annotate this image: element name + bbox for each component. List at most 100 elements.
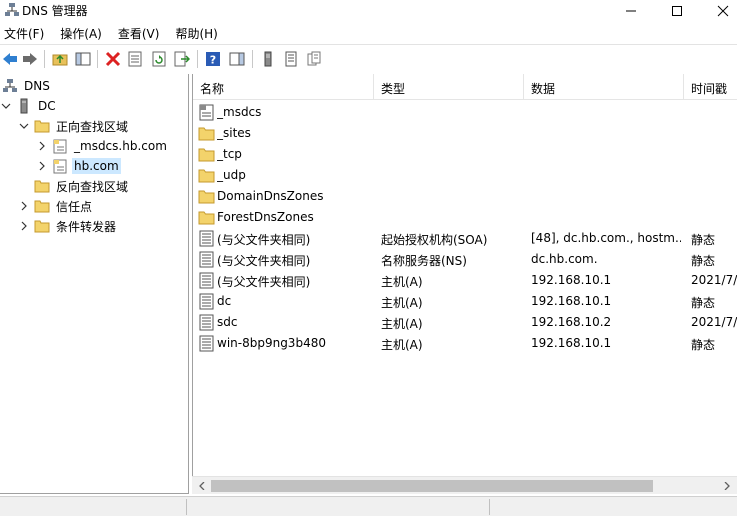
table-row[interactable]: _sites: [193, 123, 737, 144]
folder-icon: [198, 148, 215, 162]
record-name: (与父文件夹相同): [217, 275, 311, 289]
chevron-right-icon[interactable]: [36, 140, 48, 152]
toolbar-separator: [44, 50, 45, 68]
records-button[interactable]: [304, 49, 324, 69]
minimize-button[interactable]: [608, 0, 654, 22]
properties-button[interactable]: [125, 49, 145, 69]
column-header-timestamp[interactable]: 时间戳: [684, 74, 737, 100]
title-bar: DNS 管理器: [0, 0, 737, 22]
record-name: (与父文件夹相同): [217, 233, 311, 247]
record-data: [48], dc.hb.com., hostm...: [531, 231, 681, 245]
zone-list-button[interactable]: [281, 49, 301, 69]
column-header-name[interactable]: 名称: [193, 74, 374, 100]
menu-view[interactable]: 查看(V): [114, 22, 164, 42]
maximize-button[interactable]: [654, 0, 700, 22]
record-name: ForestDnsZones: [217, 210, 314, 224]
tree-item-reverse-lookup-zones[interactable]: 反向查找区域: [18, 176, 130, 196]
table-row[interactable]: DomainDnsZones: [193, 186, 737, 207]
tree-item-label: DNS: [24, 79, 50, 93]
table-row[interactable]: (与父文件夹相同) 名称服务器(NS) dc.hb.com. 静态: [193, 249, 737, 270]
zone-icon: [53, 139, 67, 154]
window-title: DNS 管理器: [22, 4, 88, 18]
record-icon: [199, 293, 214, 310]
record-icon: [199, 230, 214, 247]
delete-icon: [105, 51, 121, 67]
record-type: 起始授权机构(SOA): [381, 233, 488, 247]
record-type: 主机(A): [381, 296, 423, 310]
dns-app-icon: [5, 3, 19, 16]
table-row[interactable]: (与父文件夹相同) 起始授权机构(SOA) [48], dc.hb.com., ho…: [193, 228, 737, 249]
chevron-right-icon[interactable]: [18, 200, 30, 212]
toolbar-separator: [197, 50, 198, 68]
folder-icon: [34, 180, 50, 193]
table-row[interactable]: ForestDnsZones: [193, 207, 737, 228]
table-row[interactable]: _tcp: [193, 144, 737, 165]
tree-item-label: 反向查找区域: [56, 179, 129, 194]
tree-item-conditional-forwarders[interactable]: 条件转发器: [18, 216, 118, 236]
zone-list-icon: [285, 51, 297, 67]
scroll-left-icon[interactable]: [195, 479, 209, 493]
action-pane-button[interactable]: [227, 49, 247, 69]
record-name: _sites: [217, 126, 251, 140]
show-hide-tree-button[interactable]: [73, 49, 93, 69]
toolbar-separator: [97, 50, 98, 68]
chevron-right-icon[interactable]: [18, 220, 30, 232]
forward-button[interactable]: [20, 49, 40, 69]
column-header-type[interactable]: 类型: [374, 74, 524, 100]
tree-item-label: 条件转发器: [56, 219, 117, 234]
table-row[interactable]: (与父文件夹相同) 主机(A) 192.168.10.1 2021/7/: [193, 270, 737, 291]
dns-root-icon: [3, 79, 17, 92]
scroll-right-icon[interactable]: [720, 479, 734, 493]
tree-item-msdcs-zone[interactable]: _msdcs.hb.com: [36, 136, 169, 156]
record-data: dc.hb.com.: [531, 252, 598, 266]
record-timestamp: 2021/7/: [691, 273, 737, 287]
chevron-down-icon[interactable]: [0, 100, 12, 112]
record-type: 主机(A): [381, 317, 423, 331]
table-row[interactable]: _msdcs: [193, 102, 737, 123]
refresh-icon: [152, 51, 166, 67]
chevron-right-icon[interactable]: [36, 160, 48, 172]
server-button[interactable]: [258, 49, 278, 69]
column-header-data[interactable]: 数据: [524, 74, 684, 100]
tree-item-label: hb.com: [72, 158, 121, 174]
record-icon: [199, 314, 214, 331]
folder-icon: [34, 200, 50, 213]
server-icon: [264, 51, 272, 67]
help-icon: ?: [206, 52, 220, 67]
back-button[interactable]: [0, 49, 20, 69]
help-button[interactable]: ?: [203, 49, 223, 69]
horizontal-scrollbar[interactable]: [192, 476, 737, 494]
close-button[interactable]: [700, 0, 737, 22]
record-data: 192.168.10.2: [531, 315, 612, 329]
chevron-down-icon[interactable]: [18, 120, 30, 132]
tree-item-dc[interactable]: DC: [0, 96, 58, 116]
server-icon: [20, 98, 28, 114]
record-icon: [199, 335, 214, 352]
table-row[interactable]: win-8bp9ng3b480 主机(A) 192.168.10.1 静态: [193, 333, 737, 354]
close-icon: [717, 5, 729, 17]
record-name: sdc: [217, 315, 238, 329]
table-row[interactable]: _udp: [193, 165, 737, 186]
menu-action[interactable]: 操作(A): [56, 22, 106, 42]
table-row[interactable]: dc 主机(A) 192.168.10.1 静态: [193, 291, 737, 312]
list-header: 名称 类型 数据 时间戳: [193, 74, 737, 100]
menu-file[interactable]: 文件(F): [0, 22, 48, 42]
record-timestamp: 2021/7/: [691, 315, 737, 329]
toolbar-separator: [252, 50, 253, 68]
tree-item-label: 信任点: [56, 199, 93, 214]
tree-item-dns[interactable]: DNS: [0, 76, 52, 96]
status-bar: [0, 496, 737, 516]
tree-item-hb-com[interactable]: hb.com: [36, 156, 121, 176]
up-one-level-button[interactable]: [50, 49, 70, 69]
table-row[interactable]: sdc 主机(A) 192.168.10.2 2021/7/: [193, 312, 737, 333]
menu-help[interactable]: 帮助(H): [171, 22, 221, 42]
record-timestamp: 静态: [691, 296, 716, 310]
tree-item-trust-points[interactable]: 信任点: [18, 196, 94, 216]
scrollbar-thumb[interactable]: [211, 480, 653, 492]
export-list-button[interactable]: [172, 49, 192, 69]
folder-icon: [198, 211, 215, 225]
refresh-button[interactable]: [149, 49, 169, 69]
delete-button[interactable]: [103, 49, 123, 69]
tree-item-forward-lookup-zones[interactable]: 正向查找区域: [18, 116, 130, 136]
record-type: 主机(A): [381, 338, 423, 352]
